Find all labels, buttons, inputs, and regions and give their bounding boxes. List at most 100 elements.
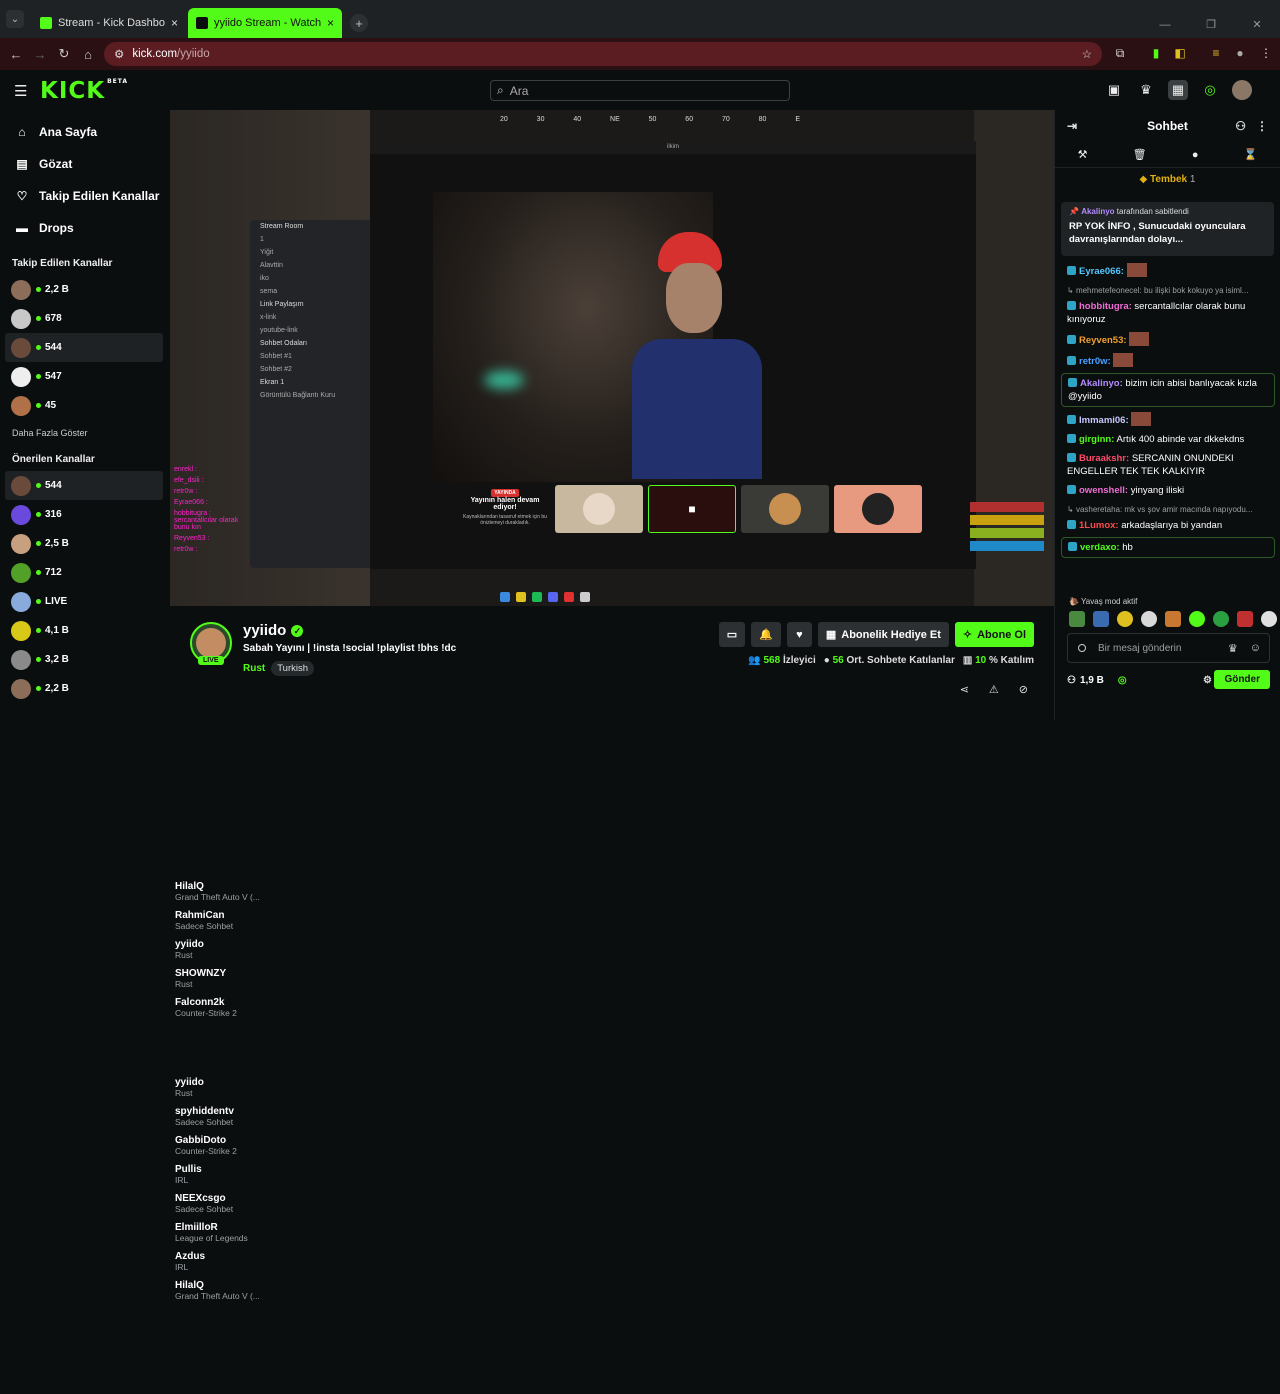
send-button[interactable]: Gönder — [1214, 670, 1270, 689]
tab-kick-dashboard[interactable]: Stream - Kick Dashboard × — [32, 8, 186, 38]
more-options-icon[interactable]: ⋮ — [1256, 119, 1268, 133]
user-avatar[interactable] — [1232, 80, 1252, 100]
hourglass-icon[interactable]: ⌛ — [1244, 148, 1258, 161]
chat-username[interactable]: Akalinyo: — [1080, 378, 1123, 389]
channel-item[interactable]: GabbiDoto Counter-Strike 2 2,5 B — [5, 529, 1059, 1249]
star-icon: ✧ — [962, 629, 973, 641]
chat-username[interactable]: girginn: — [1079, 434, 1114, 445]
clip-button[interactable]: ▭ — [718, 622, 746, 647]
chat-username[interactable]: verdaxo: — [1080, 542, 1120, 553]
channel-item[interactable]: ElmiilloR League of Legends 4,1 B — [5, 616, 1059, 1336]
sidebar-item-home[interactable]: ⌂ Ana Sayfa — [0, 116, 170, 148]
participant-thumb: ■ — [648, 485, 736, 533]
profile-icon[interactable]: ● — [1232, 46, 1248, 62]
hide-icon[interactable]: ⊘ — [1019, 683, 1028, 696]
kick-logo[interactable]: KICK BETA — [40, 78, 128, 104]
chat-username[interactable]: hobbitugra: — [1079, 301, 1132, 312]
url-field[interactable]: ⚙ kick.com/yyiido ☆ — [104, 42, 1102, 66]
notify-button[interactable]: 🔔 — [751, 622, 781, 647]
compass-tick: 20 — [500, 116, 508, 123]
emote-icon[interactable] — [1165, 611, 1181, 627]
kick-coin-icon[interactable]: ◎ — [1200, 80, 1220, 100]
emote-icon[interactable] — [1069, 611, 1085, 627]
maximize-icon[interactable]: ❐ — [1188, 0, 1234, 38]
sidebar-item-browse[interactable]: ▤ Gözat — [0, 148, 170, 180]
show-more-link[interactable]: Daha Fazla Göster — [0, 420, 170, 440]
sidebar-item-following[interactable]: ♡ Takip Edilen Kanallar — [0, 180, 170, 212]
emote-icon[interactable] — [1117, 611, 1133, 627]
kick-emote-icon[interactable]: ♛ — [1228, 642, 1238, 655]
chat-username[interactable]: 1Lumox: — [1079, 520, 1119, 531]
browser-menu-icon[interactable]: ⋮ — [1258, 46, 1274, 62]
extension-trash-icon[interactable]: ▮ — [1148, 46, 1164, 62]
new-tab-button[interactable]: + — [350, 14, 368, 32]
emote-icon[interactable] — [1189, 611, 1205, 627]
collapse-chat-icon[interactable]: ⇥ — [1067, 119, 1077, 133]
bookmark-star-icon[interactable]: ☆ — [1082, 47, 1092, 61]
chat-username[interactable]: Buraakshr: — [1079, 453, 1129, 464]
minimize-icon[interactable]: — — [1142, 0, 1188, 38]
emote-icon[interactable] — [1141, 611, 1157, 627]
channel-item[interactable]: yyiido Rust 544 — [5, 471, 1059, 1191]
share-icon[interactable]: ⋖ — [960, 683, 969, 696]
forward-icon[interactable]: → — [28, 47, 52, 62]
dashboard-icon[interactable]: ▦ — [1168, 80, 1188, 100]
gift-sub-button[interactable]: ▦ Abonelik Hediye Et — [817, 622, 949, 647]
emote-icon[interactable] — [1237, 611, 1253, 627]
channel-item[interactable]: SHOWNZY Rust 547 — [5, 362, 1059, 1082]
emote-icon[interactable] — [1093, 611, 1109, 627]
chat-username[interactable]: Reyven53: — [1079, 335, 1127, 346]
follow-button[interactable]: ♥ — [786, 622, 812, 647]
subscribe-button[interactable]: ✧ Abone Ol — [954, 622, 1034, 647]
users-icon[interactable]: ⚇ — [1235, 119, 1246, 133]
chat-username[interactable]: Immami06: — [1079, 415, 1129, 426]
back-icon[interactable]: ← — [4, 47, 28, 62]
bell-icon: 🔔 — [759, 629, 773, 641]
channel-item[interactable]: spyhiddentv Sadece Sohbet 316 — [5, 500, 1059, 1220]
close-tab-icon[interactable]: × — [327, 16, 334, 30]
pinned-message[interactable]: 📌 Akalinyo tarafından sabitlendi RP YOK … — [1061, 202, 1274, 256]
channel-item[interactable]: HilalQ Grand Theft Auto V (... 2,2 B — [5, 674, 1059, 1394]
trash-icon[interactable]: 🗑 — [1133, 148, 1147, 161]
chat-settings-icon[interactable] — [1078, 644, 1086, 652]
stream-tag[interactable]: Turkish — [271, 661, 315, 676]
chat-username[interactable]: retr0w: — [1079, 356, 1111, 367]
channel-item[interactable]: Azdus IRL 3,2 B — [5, 645, 1059, 1365]
channel-item[interactable]: Pullis IRL 712 — [5, 558, 1059, 1278]
extension-translate-icon[interactable]: ◧ — [1172, 46, 1188, 62]
emote-icon[interactable] — [1213, 611, 1229, 627]
channel-item[interactable]: NEEXcsgo Sadece Sohbet LIVE — [5, 587, 1059, 1307]
search-input[interactable]: ⌕ Ara — [490, 80, 790, 101]
ticket-icon[interactable]: ▣ — [1104, 80, 1124, 100]
site-info-icon[interactable]: ⚙ — [114, 47, 124, 61]
emoji-icon[interactable]: ☺ — [1250, 642, 1261, 655]
channel-item[interactable]: HilalQ Grand Theft Auto V (... 2,2 B — [5, 275, 1059, 995]
emote-icon[interactable] — [1261, 611, 1277, 627]
close-window-icon[interactable]: ✕ — [1234, 0, 1280, 38]
video-player[interactable]: 20 30 40 NE 50 60 70 80 E Stream Room 1 Yiğit Alavt… — [170, 110, 1054, 606]
extension-list-icon[interactable]: ≡ — [1208, 46, 1224, 62]
report-icon[interactable]: ⚠ — [989, 683, 999, 696]
chat-bubble-icon[interactable]: ● — [1192, 149, 1199, 161]
reload-icon[interactable]: ↻ — [52, 46, 76, 62]
desktop-taskbar — [500, 588, 720, 606]
hammer-icon[interactable]: ⚒ — [1078, 148, 1088, 161]
channel-item[interactable]: yyiido Rust 544 — [5, 333, 1059, 1053]
channel-item[interactable]: RahmiCan Sadece Sohbet 678 — [5, 304, 1059, 1024]
crown-icon[interactable]: ♛ — [1136, 80, 1156, 100]
sidebar-item-drops[interactable]: ▬ Drops — [0, 212, 170, 244]
chat-username[interactable]: owenshell: — [1079, 485, 1128, 496]
streamer-name[interactable]: yyiido ✓ — [243, 622, 304, 639]
close-tab-icon[interactable]: × — [171, 16, 178, 30]
home-icon[interactable]: ⌂ — [76, 47, 100, 62]
tab-search-icon[interactable]: ⌄ — [6, 10, 24, 28]
chat-gear-icon[interactable]: ⚙ — [1203, 675, 1212, 686]
hamburger-menu-icon[interactable]: ☰ — [14, 82, 27, 100]
chat-username[interactable]: Eyrae066: — [1079, 266, 1124, 277]
kick-coin-icon[interactable]: ◎ — [1118, 675, 1127, 686]
chat-input[interactable]: Bir mesaj gönderin ♛ ☺ — [1067, 633, 1270, 663]
channel-item[interactable]: Falconn2k Counter-Strike 2 45 — [5, 391, 1059, 1111]
extensions-icon[interactable]: ⧉ — [1112, 46, 1128, 62]
tab-yyiido-stream[interactable]: yyiido Stream - Watch Live on K × — [188, 8, 342, 38]
stream-category[interactable]: Rust — [243, 663, 265, 674]
